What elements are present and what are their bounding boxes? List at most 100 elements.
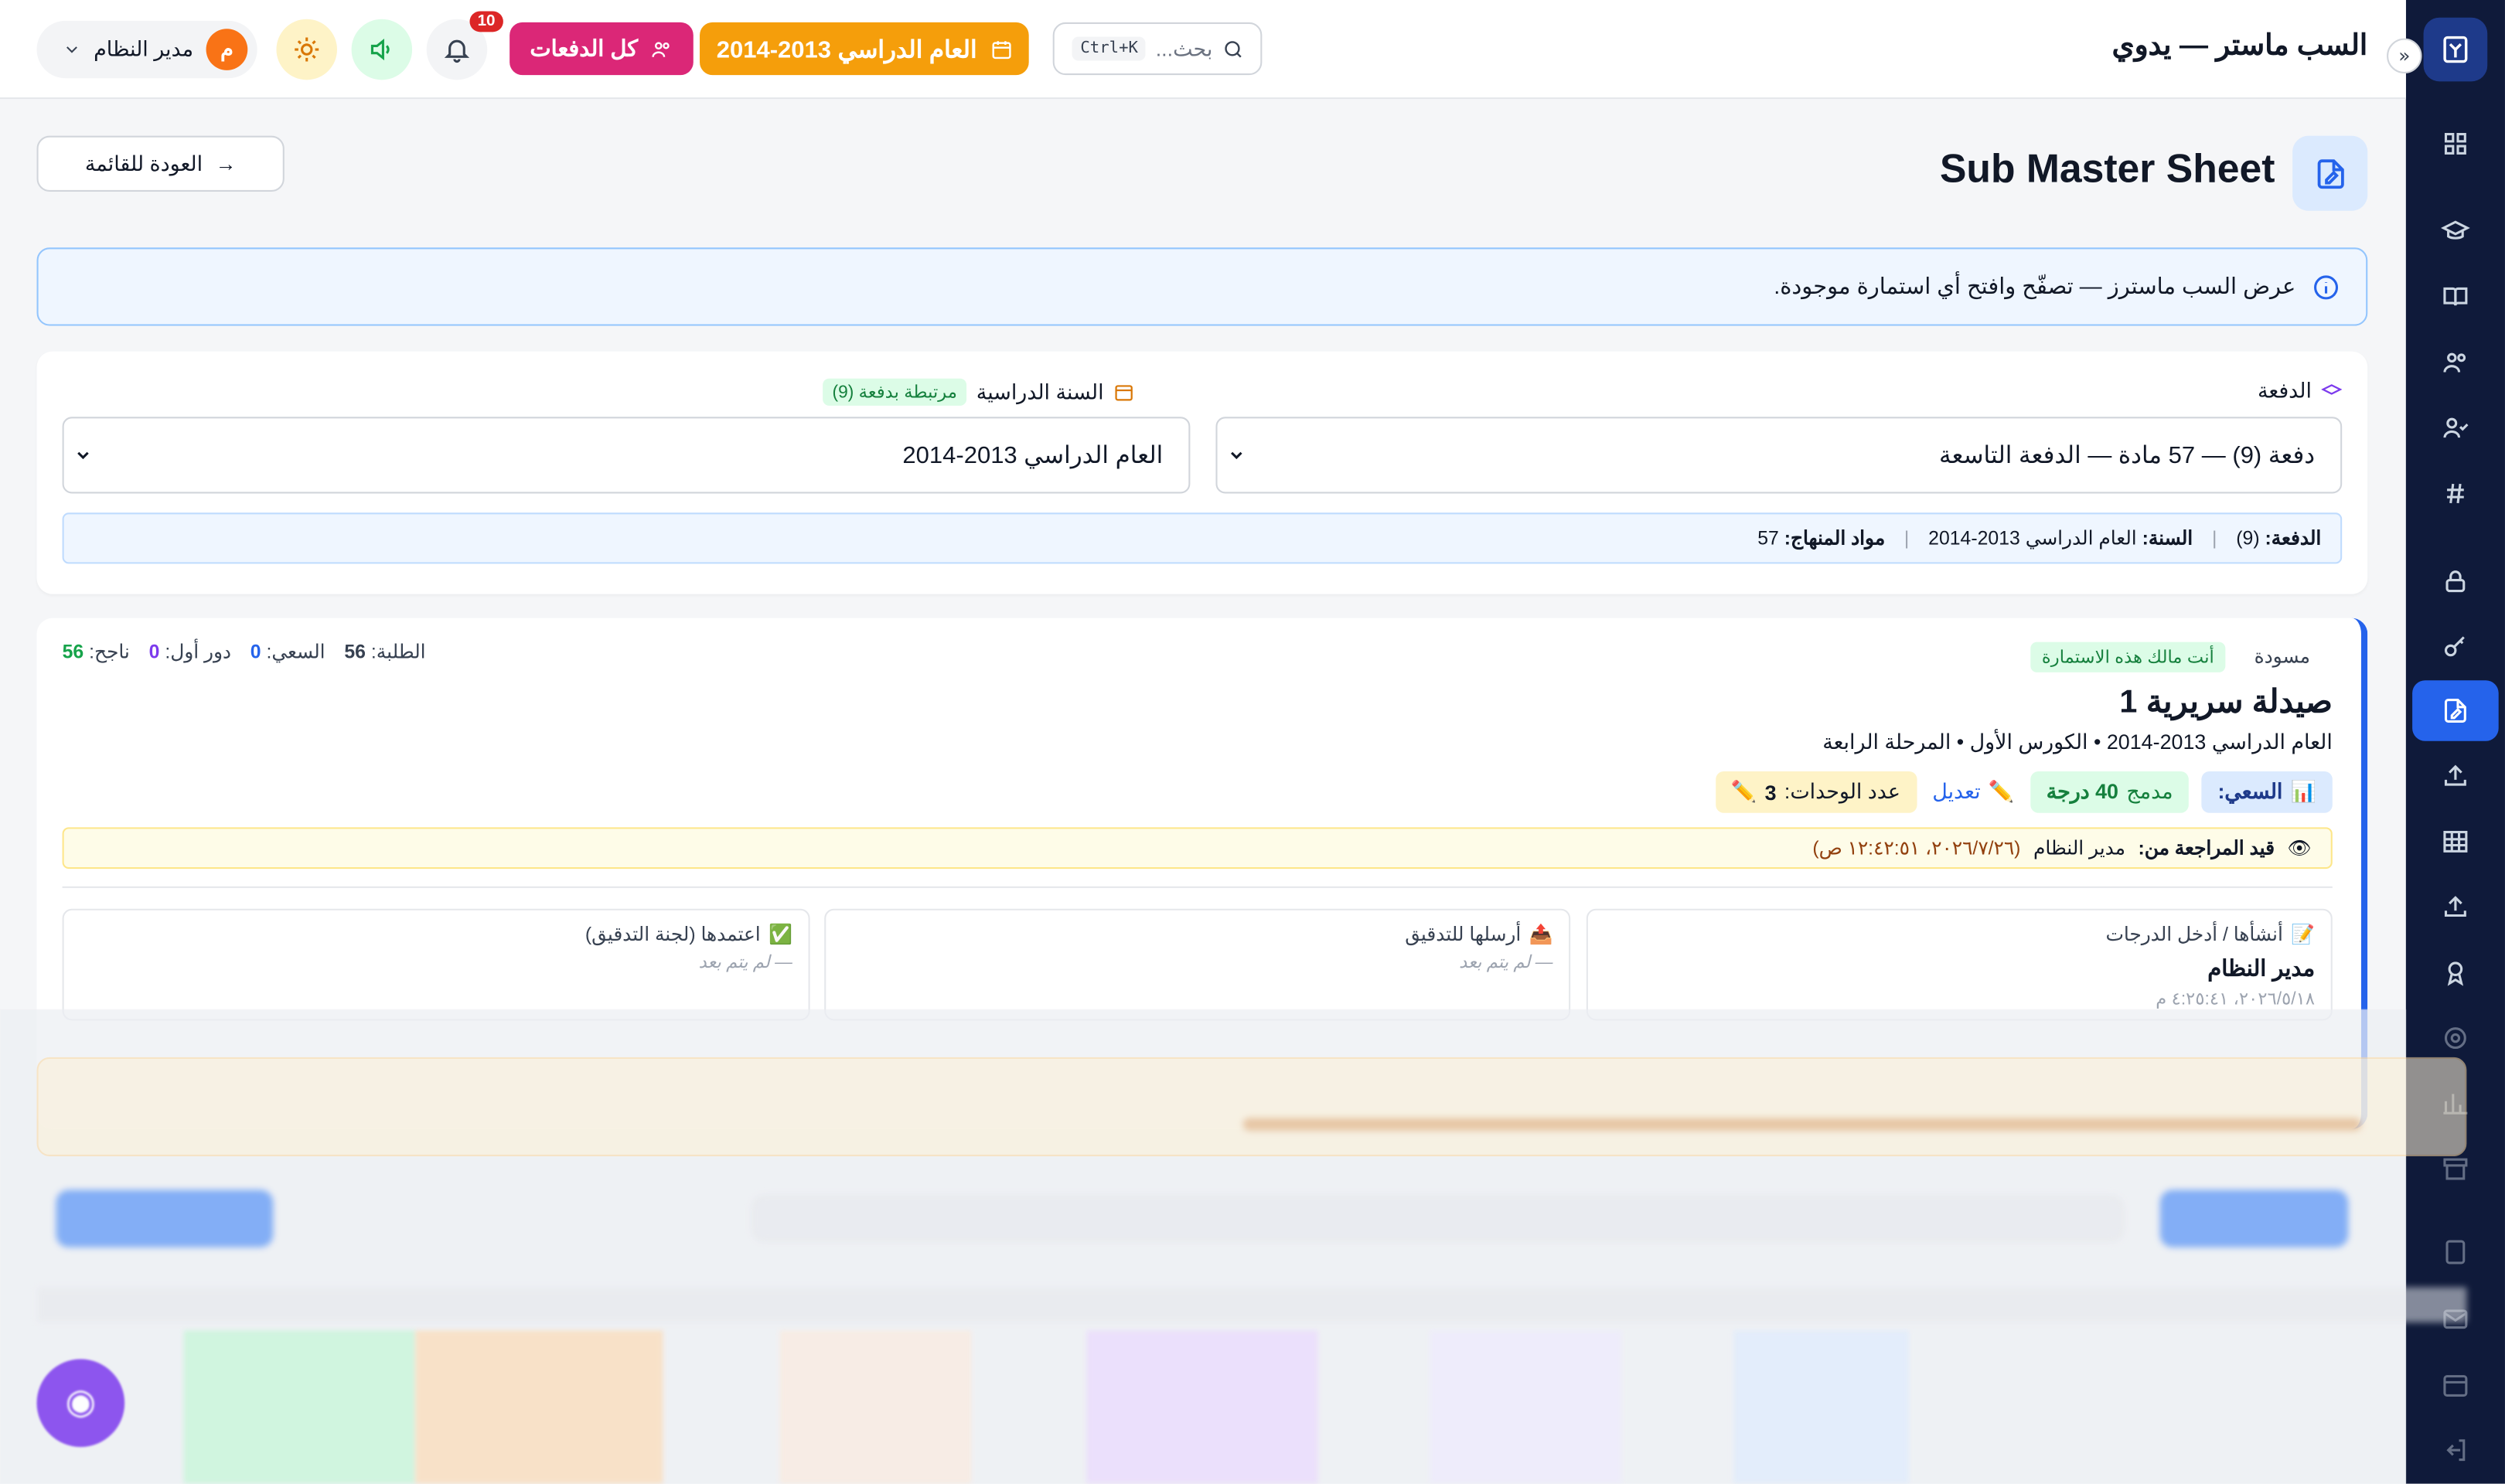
- year-select-value: العام الدراسي 2013-2014: [902, 442, 1164, 470]
- upload-icon: [2444, 896, 2466, 917]
- sidebar-item-dashboard[interactable]: [2424, 115, 2488, 172]
- summary-batch-key: الدفعة:: [2265, 526, 2322, 550]
- sidebar-item-courses[interactable]: [2424, 268, 2488, 325]
- form-title: صيدلة سريرية 1: [2119, 685, 2333, 720]
- stat-effort: السعي: 0: [250, 641, 325, 663]
- step-sent-header-text: أرسلها للتدقيق: [1405, 923, 1522, 946]
- batch-select[interactable]: دفعة (9) — 57 مادة — الدفعة التاسعة: [1215, 417, 2343, 494]
- blurred-primary-button: [2159, 1190, 2349, 1247]
- batch-label: الدفعة: [2258, 379, 2343, 404]
- sidebar-item-upload-2[interactable]: [2424, 878, 2488, 935]
- settings-icon: [2444, 1027, 2466, 1050]
- graduation-cap-icon: [2441, 220, 2470, 240]
- info-text: عرض السب ماسترز — تصفّح وافتح أي استمارة…: [1774, 273, 2296, 299]
- sidebar-item-faded-6[interactable]: [2424, 1356, 2488, 1413]
- blurred-secondary-button: [56, 1190, 274, 1247]
- archive-icon: [2443, 1158, 2468, 1180]
- owner-tag: أنت مالك هذه الاستمارة: [2030, 642, 2226, 672]
- sidebar-item-upload[interactable]: [2424, 747, 2488, 805]
- blurred-table-header: [36, 1287, 2467, 1322]
- blurred-warning-card: [36, 1057, 2467, 1157]
- sidebar-item-faded-7[interactable]: [2424, 1421, 2488, 1479]
- check-mark-icon: ✅: [768, 923, 792, 946]
- floating-action-button[interactable]: ◉: [36, 1359, 125, 1448]
- avatar: م: [206, 29, 248, 70]
- edit-link[interactable]: ✏️ تعديل: [1929, 771, 2017, 813]
- file-edit-icon: [2316, 158, 2343, 189]
- blurred-column-green: [183, 1330, 416, 1484]
- bell-icon: [444, 39, 470, 63]
- search-icon: [1225, 40, 1242, 57]
- stat-students: الطلبة: 56: [344, 641, 425, 663]
- logout-icon: [2446, 1439, 2466, 1462]
- sidebar: [2405, 0, 2505, 1484]
- sidebar-item-hash[interactable]: [2424, 465, 2488, 522]
- sound-button[interactable]: [351, 19, 413, 80]
- chevron-down-icon: [1231, 451, 1242, 460]
- units-badge-label: عدد الوحدات:: [1784, 779, 1900, 804]
- batches-chip[interactable]: كل الدفعات: [510, 22, 694, 76]
- stat-round1: دور أول: 0: [149, 641, 231, 663]
- step-approved-header: ✅ اعتمدها (لجنة التدقيق): [80, 923, 792, 945]
- chevron-down-icon: [66, 46, 77, 53]
- stat-effort-value: 0: [250, 640, 261, 663]
- summary-subjects-val: 57: [1757, 526, 1779, 550]
- review-status-bar: 👁 قيد المراجعة من: مدير النظام (٢٠٢٦/٧/٢…: [62, 827, 2333, 870]
- sidebar-item-user-check[interactable]: [2424, 400, 2488, 457]
- review-by: مدير النظام: [2033, 836, 2125, 859]
- sidebar-item-sub-master[interactable]: [2412, 680, 2499, 741]
- sidebar-item-users[interactable]: [2424, 334, 2488, 391]
- notifications-badge: 10: [469, 11, 503, 32]
- summary-batch: الدفعة: (9): [2236, 527, 2321, 550]
- info-icon: [2314, 274, 2339, 299]
- filter-summary: الدفعة: (9) | السنة: العام الدراسي 2013-…: [62, 512, 2343, 564]
- double-chevron-icon: «: [2398, 44, 2411, 67]
- blurred-column-orange: [415, 1330, 663, 1484]
- form-badges: 📊 السعي: مدمج 40 درجة ✏️ تعديل عدد الوحد…: [1715, 771, 2333, 813]
- sidebar-item-graduation[interactable]: [2424, 203, 2488, 260]
- pencil-icon: ✏️: [1730, 779, 1757, 804]
- page-icon: [2292, 135, 2368, 211]
- units-badge-value: 3: [1764, 780, 1777, 805]
- stat-passed-value: 56: [62, 640, 84, 663]
- sidebar-item-key[interactable]: [2424, 618, 2488, 676]
- file-edit-icon: [2444, 699, 2466, 723]
- grid-icon: [2444, 133, 2466, 155]
- merged-badge-label: مدمج: [2126, 779, 2173, 804]
- back-to-list-button[interactable]: → العودة للقائمة: [36, 135, 285, 192]
- sidebar-collapse-toggle[interactable]: «: [2387, 38, 2422, 74]
- outbox-icon: 📤: [1529, 923, 1553, 946]
- app-logo[interactable]: [2423, 17, 2488, 82]
- key-icon: [2444, 636, 2465, 657]
- sidebar-item-faded-4[interactable]: [2424, 1224, 2488, 1281]
- app-title: السب ماستر — يدوي: [2111, 29, 2368, 61]
- user-menu[interactable]: م مدير النظام: [36, 20, 257, 79]
- units-badge[interactable]: عدد الوحدات: 3 ✏️: [1715, 771, 1917, 813]
- app-root: « السب ماستر — يدوي بحث... Ctrl+K العام …: [0, 0, 2505, 1484]
- calendar-icon: [2443, 1375, 2468, 1397]
- calendar-icon: [991, 40, 1011, 59]
- review-label: قيد المراجعة من:: [2138, 836, 2275, 859]
- award-icon: [2447, 962, 2464, 986]
- summary-subjects-key: مواد المنهاج:: [1784, 526, 1886, 550]
- step-approved-header-text: اعتمدها (لجنة التدقيق): [584, 923, 761, 946]
- theme-toggle-button[interactable]: [276, 19, 337, 80]
- table-icon: [2443, 830, 2468, 853]
- edit-link-label: تعديل: [1932, 779, 1981, 804]
- sidebar-item-table[interactable]: [2424, 813, 2488, 870]
- blurred-column-blue: [1733, 1330, 1910, 1484]
- search-input[interactable]: بحث... Ctrl+K: [1052, 22, 1263, 76]
- stat-students-label: الطلبة:: [370, 640, 426, 663]
- year-select[interactable]: العام الدراسي 2013-2014: [62, 417, 1191, 494]
- info-banner: عرض السب ماسترز — تصفّح وافتح أي استمارة…: [36, 247, 2368, 326]
- summary-batch-val: (9): [2236, 526, 2260, 550]
- year-chip[interactable]: العام الدراسي 2013-2014: [700, 22, 1029, 76]
- sidebar-item-award[interactable]: [2424, 944, 2488, 1001]
- page-title: Sub Master Sheet: [1939, 147, 2275, 192]
- summary-year-val: العام الدراسي 2013-2014: [1928, 526, 2137, 550]
- stat-students-value: 56: [344, 640, 366, 663]
- calendar-icon: [1115, 385, 1133, 401]
- notifications-button[interactable]: 10: [426, 11, 503, 80]
- step-created-name: مدير النظام: [2207, 955, 2316, 981]
- sidebar-item-lock[interactable]: [2424, 553, 2488, 610]
